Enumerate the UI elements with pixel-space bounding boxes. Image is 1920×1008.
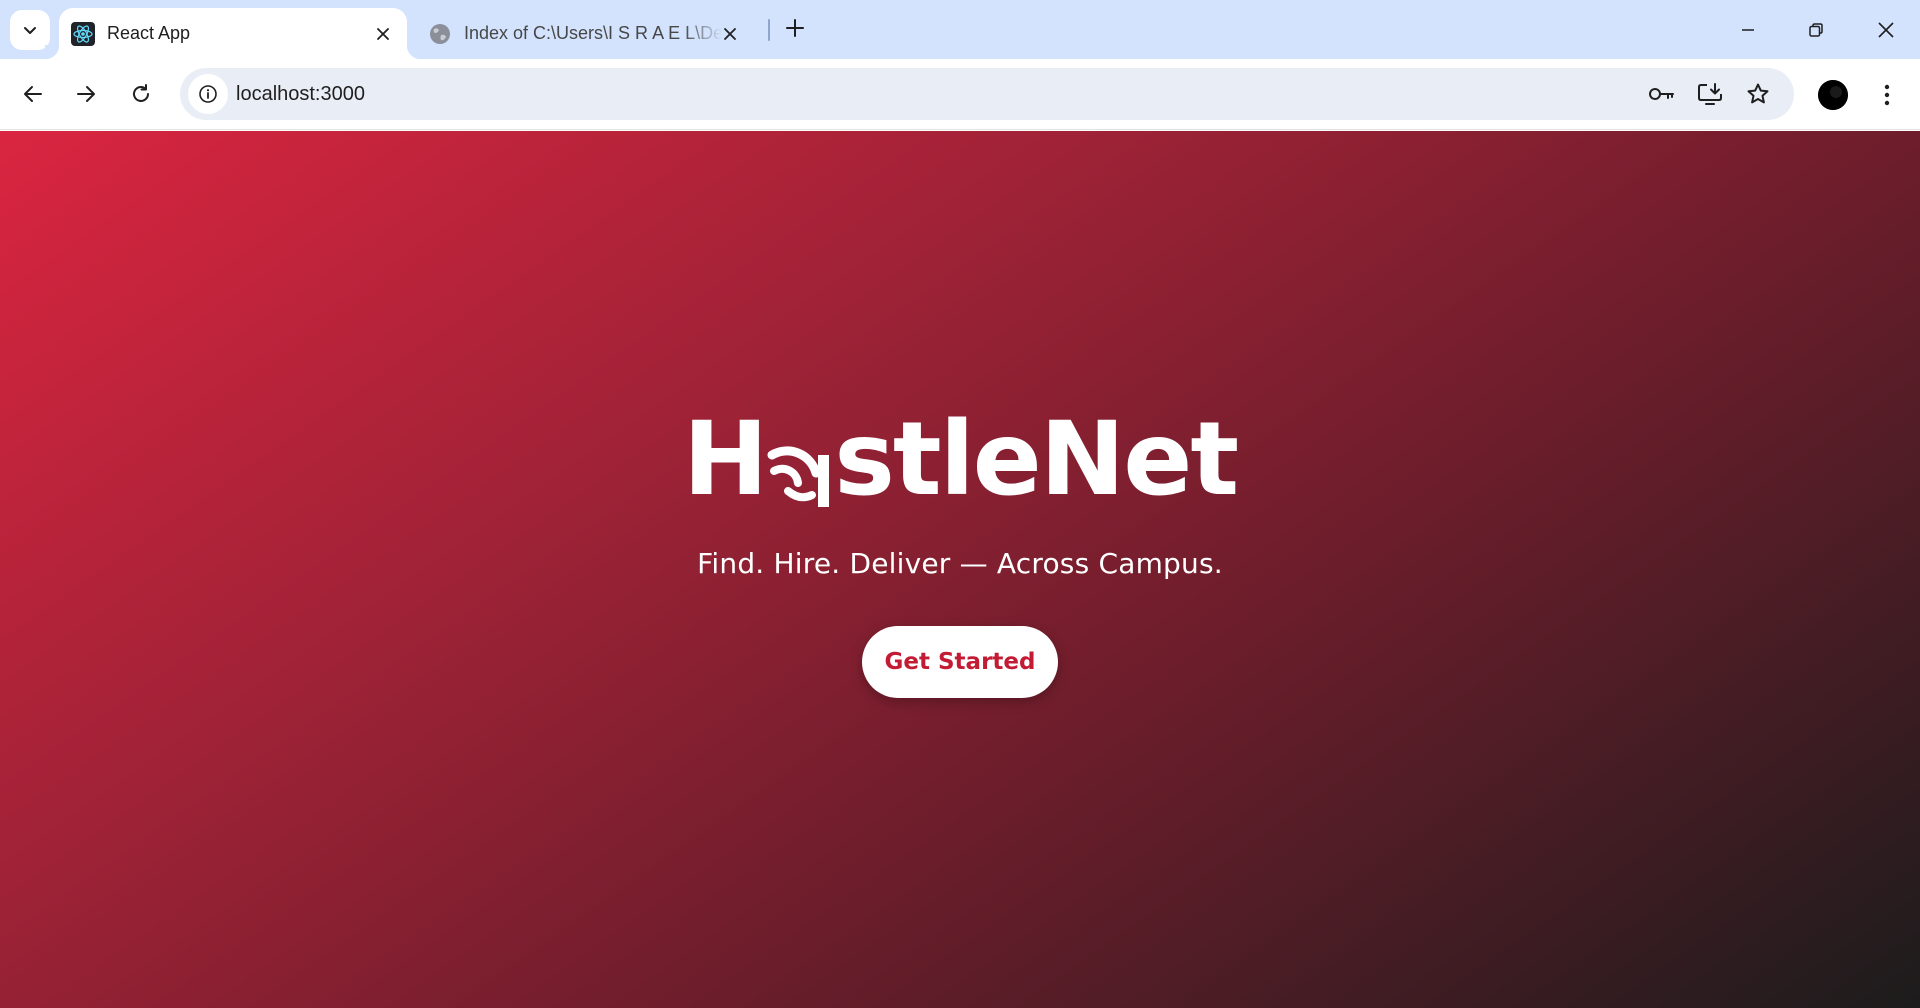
plus-icon: [786, 19, 804, 37]
restore-icon: [1809, 22, 1823, 37]
install-app-icon[interactable]: [1696, 80, 1724, 108]
get-started-button[interactable]: Get Started: [862, 626, 1058, 698]
restore-button[interactable]: [1782, 0, 1850, 59]
hustlenet-logo: H stleNet: [683, 409, 1239, 511]
tab-separator: [768, 19, 770, 41]
wifi-u-logo-icon: [766, 415, 834, 511]
tab-title: React App: [107, 23, 191, 43]
address-bar[interactable]: localhost:3000: [180, 68, 1794, 120]
browser-toolbar: localhost:3000: [0, 59, 1920, 130]
landing-page: H stleNet Find. Hire. Deliver — Across C…: [0, 131, 1920, 1008]
password-key-icon[interactable]: [1648, 80, 1676, 108]
new-tab-button[interactable]: [779, 12, 811, 44]
minimize-button[interactable]: [1714, 0, 1782, 59]
globe-icon: [428, 22, 452, 46]
reload-icon: [133, 84, 149, 102]
chevron-down-icon: [24, 27, 36, 34]
tab-close-button[interactable]: [717, 21, 743, 47]
tab-index-of-desktop[interactable]: Index of C:\Users\I S R A E L\Desktop: [416, 8, 756, 59]
logo-text-suffix: stleNet: [834, 400, 1239, 519]
tab-search-button[interactable]: [10, 10, 50, 50]
forward-button[interactable]: [67, 75, 105, 113]
arrow-right-icon: [77, 86, 95, 102]
tab-title: Index of C:\Users\I S R A E L\Desktop: [464, 23, 722, 43]
browser-menu-button[interactable]: [1872, 76, 1902, 114]
back-button[interactable]: [14, 75, 52, 113]
minimize-icon: [1742, 28, 1754, 31]
react-logo-icon: [71, 22, 95, 46]
tab-strip: React App Index of C:\Users\I S R A E L\…: [0, 0, 1920, 59]
hero-tagline: Find. Hire. Deliver — Across Campus.: [697, 547, 1223, 580]
close-window-button[interactable]: [1852, 0, 1920, 59]
tab-close-button[interactable]: [370, 21, 396, 47]
more-vertical-icon: [1884, 84, 1890, 106]
avatar-icon: [1818, 80, 1848, 110]
hero-section: H stleNet Find. Hire. Deliver — Across C…: [0, 409, 1920, 698]
close-icon: [377, 28, 389, 40]
tab-react-app[interactable]: React App: [45, 8, 421, 59]
site-info-button[interactable]: [188, 74, 228, 114]
url-text[interactable]: localhost:3000: [236, 83, 365, 106]
reload-button[interactable]: [122, 75, 160, 113]
bookmark-star-icon[interactable]: [1744, 80, 1772, 108]
close-icon: [1878, 21, 1894, 38]
info-icon: [199, 85, 217, 103]
close-icon: [724, 28, 736, 40]
logo-text-prefix: H: [682, 400, 768, 519]
profile-avatar[interactable]: [1818, 80, 1848, 110]
arrow-left-icon: [24, 86, 42, 102]
